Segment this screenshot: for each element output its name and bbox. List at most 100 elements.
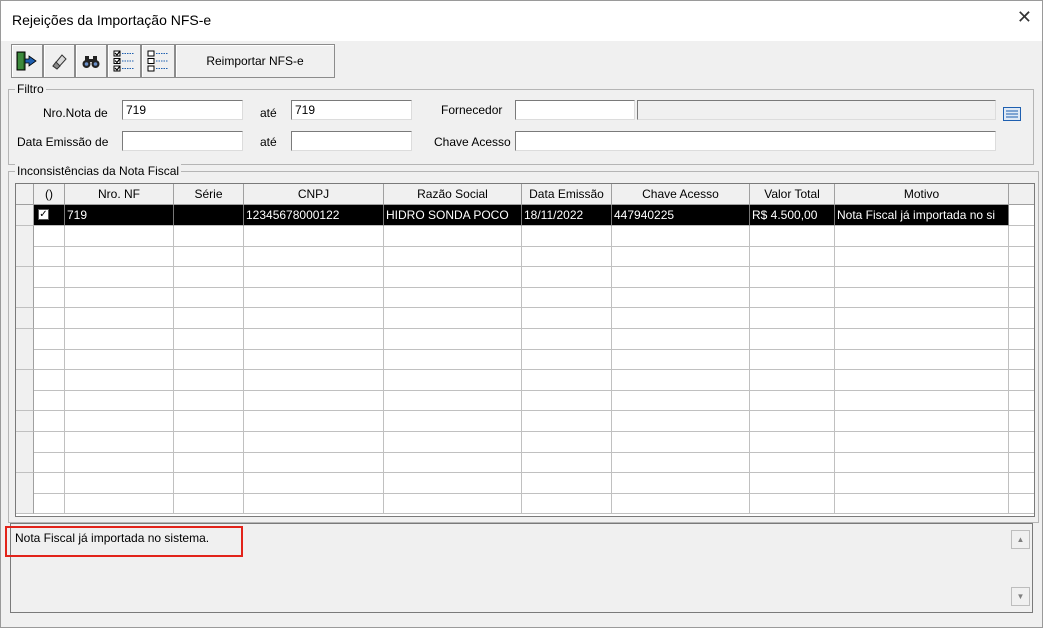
grid-cell-empty[interactable] [65, 349, 174, 370]
grid-cell-empty[interactable] [384, 329, 522, 350]
grid-cell-empty[interactable] [835, 329, 1009, 350]
grid-cell-empty[interactable] [384, 267, 522, 288]
grid-cell-empty[interactable] [65, 226, 174, 247]
grid-cell-empty[interactable] [750, 411, 835, 432]
grid-cell-empty[interactable] [522, 390, 612, 411]
grid-cell-empty[interactable] [384, 308, 522, 329]
grid-cell-empty[interactable] [750, 370, 835, 391]
row-checkbox[interactable]: ✓ [34, 205, 65, 226]
grid-cell-empty[interactable] [244, 473, 384, 494]
grid-row-indicator[interactable] [16, 329, 34, 350]
grid-cell-empty[interactable] [835, 390, 1009, 411]
grid-cell-empty[interactable] [612, 308, 750, 329]
grid-cell-empty[interactable] [34, 287, 65, 308]
grid-row-indicator[interactable] [16, 205, 34, 226]
grid-cell-empty[interactable] [835, 287, 1009, 308]
grid-cell-empty[interactable] [612, 267, 750, 288]
grid-cell-empty[interactable] [174, 246, 244, 267]
grid-cell-empty[interactable] [65, 452, 174, 473]
grid-cell-empty[interactable] [612, 349, 750, 370]
grid-cell-empty[interactable] [34, 452, 65, 473]
grid-cell-motivo[interactable]: Nota Fiscal já importada no si [835, 205, 1009, 226]
grid-row-indicator[interactable] [16, 246, 34, 267]
grid-header-serie[interactable]: Série [174, 184, 244, 205]
grid-row-indicator[interactable] [16, 226, 34, 247]
grid-cell-empty[interactable] [34, 329, 65, 350]
grid-cell-empty[interactable] [750, 287, 835, 308]
grid-cell-empty[interactable] [612, 493, 750, 514]
grid-cell-empty[interactable] [65, 287, 174, 308]
grid-cell-empty[interactable] [174, 267, 244, 288]
check-all-button[interactable] [107, 44, 141, 78]
grid-cell-empty[interactable] [750, 432, 835, 453]
grid-cell-empty[interactable] [174, 329, 244, 350]
grid-cell-empty[interactable] [174, 452, 244, 473]
inconsistencias-grid[interactable]: () Nro. NF Série CNPJ Razão Social Data … [15, 183, 1035, 517]
grid-row-indicator[interactable] [16, 493, 34, 514]
grid-cell-valor-total[interactable]: R$ 4.500,00 [750, 205, 835, 226]
grid-cell-empty[interactable] [244, 493, 384, 514]
grid-cell-empty[interactable] [65, 473, 174, 494]
clear-button[interactable] [43, 44, 75, 78]
grid-cell-empty[interactable] [65, 432, 174, 453]
grid-cell-empty[interactable] [835, 473, 1009, 494]
grid-cell-empty[interactable] [612, 370, 750, 391]
grid-cell-empty[interactable] [612, 226, 750, 247]
grid-cell-empty[interactable] [384, 452, 522, 473]
grid-cell-empty[interactable] [244, 226, 384, 247]
grid-cell-empty[interactable] [174, 432, 244, 453]
exit-button[interactable] [11, 44, 43, 78]
grid-cell-razao-social[interactable]: HIDRO SONDA POCO [384, 205, 522, 226]
grid-cell-empty[interactable] [835, 308, 1009, 329]
grid-cell-empty[interactable] [612, 287, 750, 308]
grid-cell-empty[interactable] [244, 432, 384, 453]
grid-row-indicator[interactable] [16, 390, 34, 411]
grid-cell-empty[interactable] [384, 246, 522, 267]
grid-cell-empty[interactable] [522, 349, 612, 370]
grid-cell-empty[interactable] [34, 411, 65, 432]
grid-cell-empty[interactable] [750, 493, 835, 514]
grid-cell-data-emissao[interactable]: 18/11/2022 [522, 205, 612, 226]
grid-cell-empty[interactable] [244, 287, 384, 308]
grid-cell-empty[interactable] [384, 432, 522, 453]
grid-cell-empty[interactable] [65, 246, 174, 267]
grid-cell-empty[interactable] [750, 452, 835, 473]
grid-cell-empty[interactable] [835, 432, 1009, 453]
grid-cell-empty[interactable] [34, 493, 65, 514]
grid-header-motivo[interactable]: Motivo [835, 184, 1009, 205]
scroll-down-icon[interactable]: ▼ [1011, 587, 1030, 606]
grid-cell-empty[interactable] [244, 308, 384, 329]
grid-cell-empty[interactable] [835, 267, 1009, 288]
grid-cell-empty[interactable] [750, 349, 835, 370]
grid-cell-empty[interactable] [750, 473, 835, 494]
grid-cell-empty[interactable] [384, 349, 522, 370]
grid-row-indicator[interactable] [16, 473, 34, 494]
grid-cell-empty[interactable] [34, 473, 65, 494]
grid-cell-nro-nf[interactable]: 719 [65, 205, 174, 226]
grid-row-indicator[interactable] [16, 411, 34, 432]
reimport-button[interactable]: Reimportar NFS-e [175, 44, 335, 78]
grid-cell-empty[interactable] [65, 390, 174, 411]
grid-cell-empty[interactable] [65, 329, 174, 350]
grid-row-indicator[interactable] [16, 370, 34, 391]
grid-cell-empty[interactable] [34, 349, 65, 370]
scroll-up-icon[interactable]: ▲ [1011, 530, 1030, 549]
grid-cell-empty[interactable] [835, 349, 1009, 370]
grid-row-indicator[interactable] [16, 452, 34, 473]
grid-cell-empty[interactable] [522, 329, 612, 350]
grid-cell-empty[interactable] [522, 226, 612, 247]
grid-cell-empty[interactable] [612, 390, 750, 411]
grid-cell-empty[interactable] [34, 308, 65, 329]
grid-cell-empty[interactable] [174, 226, 244, 247]
nro-nota-ate-input[interactable] [291, 100, 412, 120]
grid-cell-empty[interactable] [750, 267, 835, 288]
grid-cell-empty[interactable] [174, 411, 244, 432]
grid-cell-empty[interactable] [612, 329, 750, 350]
grid-header-data-emissao[interactable]: Data Emissão [522, 184, 612, 205]
grid-cell-empty[interactable] [835, 452, 1009, 473]
data-emissao-ate-input[interactable] [291, 131, 412, 151]
grid-row-indicator[interactable] [16, 432, 34, 453]
grid-cell-empty[interactable] [384, 390, 522, 411]
grid-cell-empty[interactable] [835, 370, 1009, 391]
grid-cell-empty[interactable] [174, 390, 244, 411]
